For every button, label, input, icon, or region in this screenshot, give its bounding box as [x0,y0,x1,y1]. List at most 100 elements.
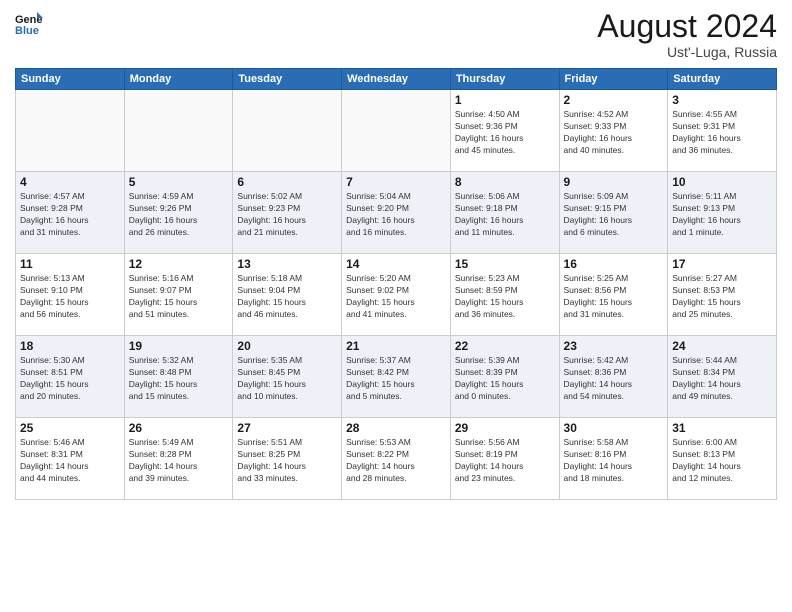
day-number: 1 [455,93,555,107]
day-info: Sunrise: 5:06 AM Sunset: 9:18 PM Dayligh… [455,191,555,239]
day-number: 2 [564,93,664,107]
week-row-3: 11 Sunrise: 5:13 AM Sunset: 9:10 PM Dayli… [16,254,777,336]
day-number: 27 [237,421,337,435]
logo-icon: General Blue [15,10,43,38]
day-number: 13 [237,257,337,271]
day-info: Sunrise: 5:02 AM Sunset: 9:23 PM Dayligh… [237,191,337,239]
day-info: Sunrise: 5:35 AM Sunset: 8:45 PM Dayligh… [237,355,337,403]
weekday-header-wednesday: Wednesday [342,69,451,90]
day-info: Sunrise: 5:11 AM Sunset: 9:13 PM Dayligh… [672,191,772,239]
location: Ust'-Luga, Russia [597,44,777,60]
calendar-cell: 24 Sunrise: 5:44 AM Sunset: 8:34 PM Dayli… [668,336,777,418]
calendar-cell: 18 Sunrise: 5:30 AM Sunset: 8:51 PM Dayli… [16,336,125,418]
day-number: 25 [20,421,120,435]
calendar-cell [16,90,125,172]
weekday-header-sunday: Sunday [16,69,125,90]
calendar: SundayMondayTuesdayWednesdayThursdayFrid… [15,68,777,500]
calendar-cell: 5Sunrise: 4:59 AM Sunset: 9:26 PM Daylig… [124,172,233,254]
day-info: Sunrise: 4:59 AM Sunset: 9:26 PM Dayligh… [129,191,229,239]
weekday-header-thursday: Thursday [450,69,559,90]
day-number: 11 [20,257,120,271]
day-info: Sunrise: 5:13 AM Sunset: 9:10 PM Dayligh… [20,273,120,321]
day-number: 24 [672,339,772,353]
calendar-cell: 16 Sunrise: 5:25 AM Sunset: 8:56 PM Dayli… [559,254,668,336]
calendar-cell: 10Sunrise: 5:11 AM Sunset: 9:13 PM Dayli… [668,172,777,254]
day-info: Sunrise: 4:52 AM Sunset: 9:33 PM Dayligh… [564,109,664,157]
day-info: Sunrise: 5:18 AM Sunset: 9:04 PM Dayligh… [237,273,337,321]
weekday-header-row: SundayMondayTuesdayWednesdayThursdayFrid… [16,69,777,90]
calendar-cell: 25Sunrise: 5:46 AM Sunset: 8:31 PM Dayli… [16,418,125,500]
day-number: 22 [455,339,555,353]
day-info: Sunrise: 5:32 AM Sunset: 8:48 PM Dayligh… [129,355,229,403]
day-number: 30 [564,421,664,435]
calendar-cell [233,90,342,172]
day-info: Sunrise: 5:53 AM Sunset: 8:22 PM Dayligh… [346,437,446,485]
day-info: Sunrise: 5:49 AM Sunset: 8:28 PM Dayligh… [129,437,229,485]
day-number: 28 [346,421,446,435]
day-number: 12 [129,257,229,271]
calendar-cell: 20 Sunrise: 5:35 AM Sunset: 8:45 PM Dayli… [233,336,342,418]
day-number: 6 [237,175,337,189]
week-row-4: 18 Sunrise: 5:30 AM Sunset: 8:51 PM Dayli… [16,336,777,418]
day-number: 9 [564,175,664,189]
svg-text:Blue: Blue [15,25,39,37]
day-info: Sunrise: 5:39 AM Sunset: 8:39 PM Dayligh… [455,355,555,403]
calendar-cell: 7 Sunrise: 5:04 AM Sunset: 9:20 PM Daylig… [342,172,451,254]
day-number: 15 [455,257,555,271]
calendar-cell: 22 Sunrise: 5:39 AM Sunset: 8:39 PM Dayli… [450,336,559,418]
calendar-cell: 9 Sunrise: 5:09 AM Sunset: 9:15 PM Daylig… [559,172,668,254]
day-number: 4 [20,175,120,189]
day-number: 29 [455,421,555,435]
calendar-cell [124,90,233,172]
day-info: Sunrise: 5:44 AM Sunset: 8:34 PM Dayligh… [672,355,772,403]
day-number: 7 [346,175,446,189]
calendar-cell: 2 Sunrise: 4:52 AM Sunset: 9:33 PM Daylig… [559,90,668,172]
calendar-cell: 11 Sunrise: 5:13 AM Sunset: 9:10 PM Dayli… [16,254,125,336]
day-info: Sunrise: 5:20 AM Sunset: 9:02 PM Dayligh… [346,273,446,321]
day-number: 18 [20,339,120,353]
weekday-header-friday: Friday [559,69,668,90]
day-number: 21 [346,339,446,353]
weekday-header-saturday: Saturday [668,69,777,90]
day-info: Sunrise: 5:27 AM Sunset: 8:53 PM Dayligh… [672,273,772,321]
calendar-cell: 13 Sunrise: 5:18 AM Sunset: 9:04 PM Dayli… [233,254,342,336]
day-number: 17 [672,257,772,271]
calendar-cell: 28 Sunrise: 5:53 AM Sunset: 8:22 PM Dayli… [342,418,451,500]
calendar-cell: 31 Sunrise: 6:00 AM Sunset: 8:13 PM Dayli… [668,418,777,500]
day-number: 16 [564,257,664,271]
calendar-cell: 17 Sunrise: 5:27 AM Sunset: 8:53 PM Dayli… [668,254,777,336]
calendar-cell: 19Sunrise: 5:32 AM Sunset: 8:48 PM Dayli… [124,336,233,418]
calendar-cell [342,90,451,172]
day-info: Sunrise: 5:16 AM Sunset: 9:07 PM Dayligh… [129,273,229,321]
day-info: Sunrise: 5:58 AM Sunset: 8:16 PM Dayligh… [564,437,664,485]
day-info: Sunrise: 4:57 AM Sunset: 9:28 PM Dayligh… [20,191,120,239]
calendar-cell: 27 Sunrise: 5:51 AM Sunset: 8:25 PM Dayli… [233,418,342,500]
page: General Blue August 2024 Ust'-Luga, Russ… [0,0,792,612]
day-info: Sunrise: 6:00 AM Sunset: 8:13 PM Dayligh… [672,437,772,485]
header: General Blue August 2024 Ust'-Luga, Russ… [15,10,777,60]
day-info: Sunrise: 5:04 AM Sunset: 9:20 PM Dayligh… [346,191,446,239]
day-info: Sunrise: 5:51 AM Sunset: 8:25 PM Dayligh… [237,437,337,485]
week-row-5: 25Sunrise: 5:46 AM Sunset: 8:31 PM Dayli… [16,418,777,500]
logo: General Blue [15,10,43,38]
calendar-cell: 8Sunrise: 5:06 AM Sunset: 9:18 PM Daylig… [450,172,559,254]
day-info: Sunrise: 5:23 AM Sunset: 8:59 PM Dayligh… [455,273,555,321]
day-info: Sunrise: 5:56 AM Sunset: 8:19 PM Dayligh… [455,437,555,485]
calendar-cell: 14Sunrise: 5:20 AM Sunset: 9:02 PM Dayli… [342,254,451,336]
title-block: August 2024 Ust'-Luga, Russia [597,10,777,60]
calendar-cell: 15 Sunrise: 5:23 AM Sunset: 8:59 PM Dayli… [450,254,559,336]
weekday-header-monday: Monday [124,69,233,90]
day-number: 20 [237,339,337,353]
day-number: 26 [129,421,229,435]
calendar-cell: 12 Sunrise: 5:16 AM Sunset: 9:07 PM Dayli… [124,254,233,336]
week-row-2: 4 Sunrise: 4:57 AM Sunset: 9:28 PM Daylig… [16,172,777,254]
day-info: Sunrise: 5:09 AM Sunset: 9:15 PM Dayligh… [564,191,664,239]
day-number: 23 [564,339,664,353]
day-info: Sunrise: 5:30 AM Sunset: 8:51 PM Dayligh… [20,355,120,403]
day-info: Sunrise: 5:37 AM Sunset: 8:42 PM Dayligh… [346,355,446,403]
calendar-cell: 29 Sunrise: 5:56 AM Sunset: 8:19 PM Dayli… [450,418,559,500]
day-number: 31 [672,421,772,435]
day-info: Sunrise: 5:25 AM Sunset: 8:56 PM Dayligh… [564,273,664,321]
week-row-1: 1Sunrise: 4:50 AM Sunset: 9:36 PM Daylig… [16,90,777,172]
day-info: Sunrise: 4:55 AM Sunset: 9:31 PM Dayligh… [672,109,772,157]
